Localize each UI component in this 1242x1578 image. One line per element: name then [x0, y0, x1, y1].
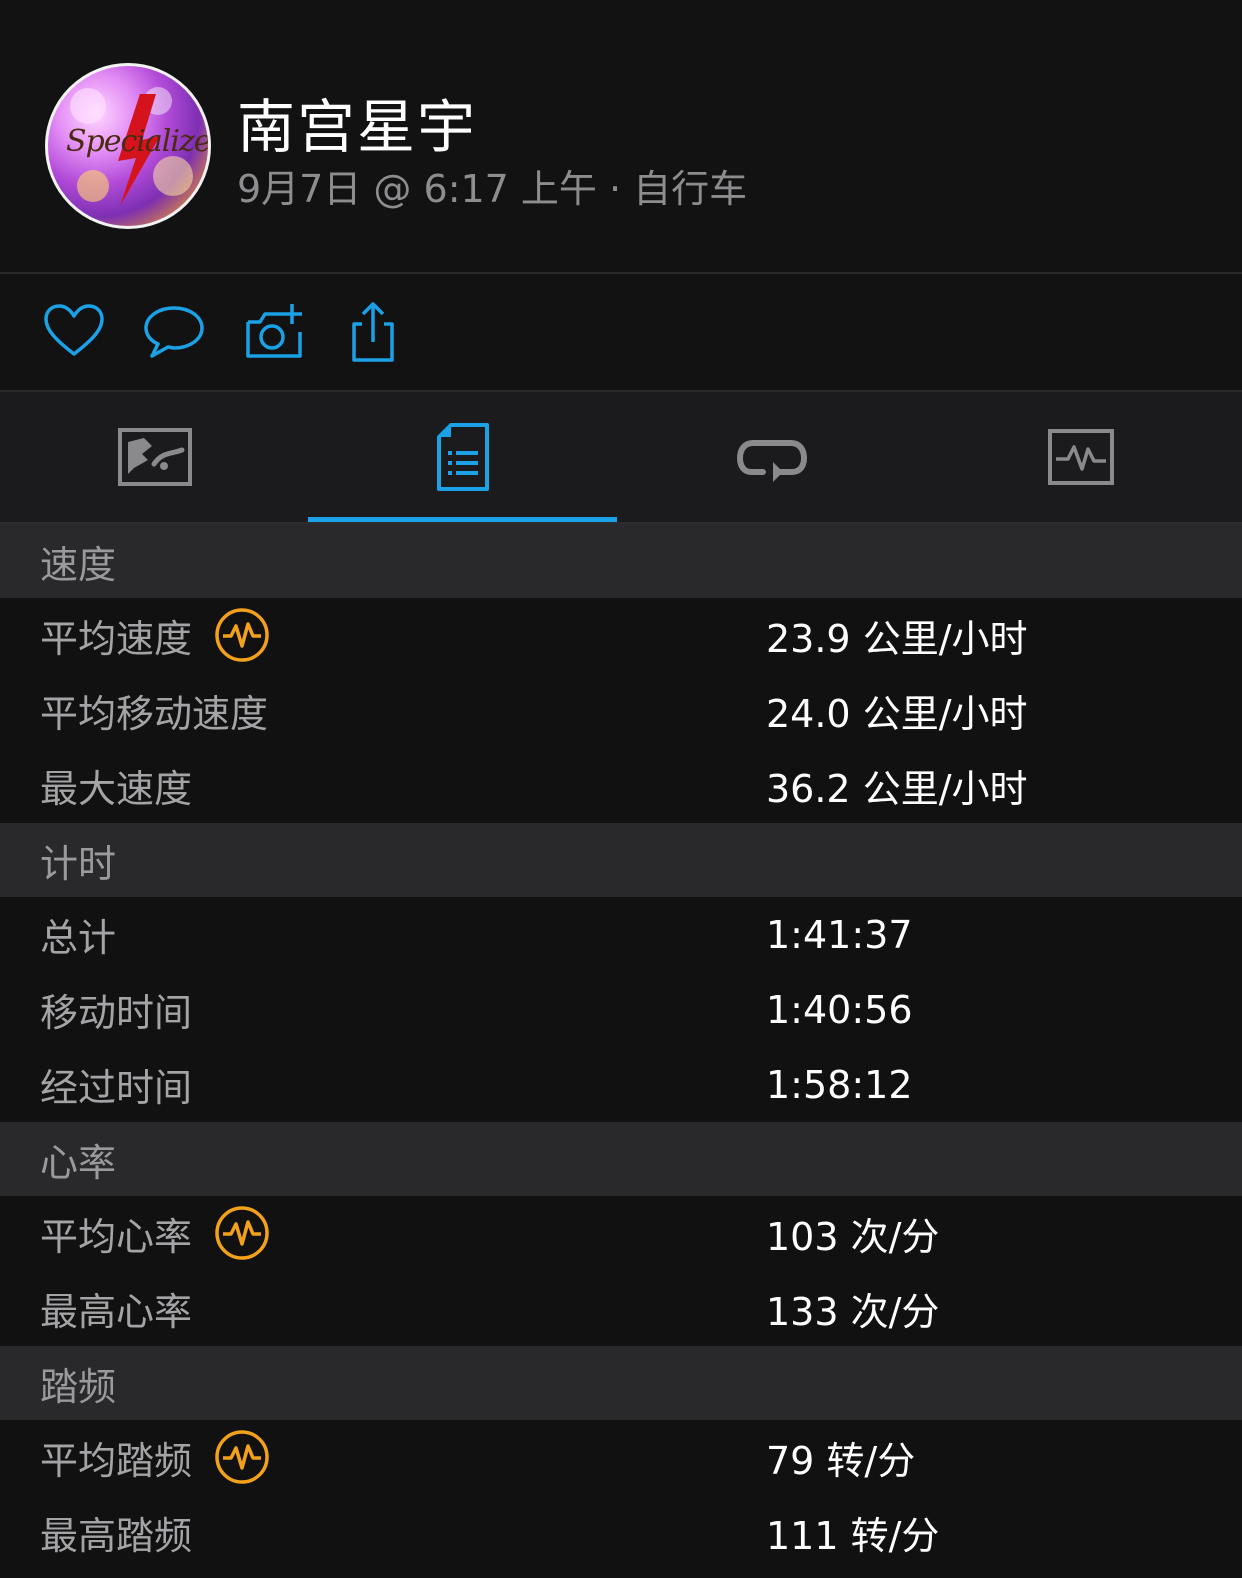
stat-value: 133 次/分: [766, 1290, 940, 1334]
tab-stats[interactable]: [308, 392, 617, 522]
stat-row-moving-time[interactable]: 移动时间 1:40:56: [0, 972, 1242, 1047]
stat-row-elapsed-time[interactable]: 经过时间 1:58:12: [0, 1047, 1242, 1122]
connect-iq-badge-icon[interactable]: [215, 608, 269, 662]
stat-value: 23.9 公里/小时: [766, 617, 1028, 661]
stat-row-max-heart-rate[interactable]: 最高心率 133 次/分: [0, 1271, 1242, 1346]
map-icon: [117, 428, 192, 486]
stat-value: 111 转/分: [766, 1514, 940, 1558]
stat-value: 103 次/分: [766, 1215, 940, 1259]
stat-label: 平均心率: [40, 1215, 193, 1259]
stat-label: 总计: [40, 916, 117, 960]
stat-label: 平均速度: [40, 617, 193, 661]
section-cadence-header: 踏频: [0, 1346, 1242, 1420]
activity-meta: 9月7日 @ 6:17 上午 · 自行车: [237, 167, 748, 211]
stat-value: 1:40:56: [766, 987, 913, 1032]
activity-header: Specialized 南宫星宇 9月7日 @ 6:17 上午 · 自行车: [0, 0, 1242, 274]
action-bar: [0, 274, 1242, 392]
heart-icon[interactable]: [42, 300, 106, 364]
section-timing-header: 计时: [0, 823, 1242, 897]
tab-bar: [0, 392, 1242, 524]
stats-list-icon: [436, 423, 489, 491]
add-photo-icon[interactable]: [242, 300, 306, 364]
connect-iq-badge-icon[interactable]: [215, 1206, 269, 1260]
laps-icon: [736, 440, 807, 482]
tab-charts[interactable]: [926, 392, 1235, 522]
stat-label: 移动时间: [40, 991, 193, 1035]
tab-selected-indicator: [308, 517, 617, 522]
tab-map[interactable]: [0, 392, 309, 522]
user-name[interactable]: 南宫星宇: [237, 80, 477, 164]
stat-label: 经过时间: [40, 1066, 193, 1110]
stat-value: 1:58:12: [766, 1062, 913, 1107]
stat-row-avg-cadence[interactable]: 平均踏频 79 转/分: [0, 1420, 1242, 1495]
stat-label: 最大速度: [40, 767, 193, 811]
stat-row-avg-speed[interactable]: 平均速度 23.9 公里/小时: [0, 598, 1242, 673]
section-heart-rate-header: 心率: [0, 1122, 1242, 1196]
stat-label: 平均移动速度: [40, 692, 269, 736]
stat-row-total-time[interactable]: 总计 1:41:37: [0, 897, 1242, 972]
connect-iq-badge-icon[interactable]: [215, 1430, 269, 1484]
stat-row-max-cadence[interactable]: 最高踏频 111 转/分: [0, 1495, 1242, 1570]
stat-value: 24.0 公里/小时: [766, 692, 1028, 736]
stat-row-avg-moving-speed[interactable]: 平均移动速度 24.0 公里/小时: [0, 673, 1242, 748]
stat-label: 平均踏频: [40, 1439, 193, 1483]
stat-row-max-speed[interactable]: 最大速度 36.2 公里/小时: [0, 748, 1242, 823]
chart-icon: [1047, 429, 1114, 485]
share-icon[interactable]: [342, 300, 406, 364]
tab-laps[interactable]: [617, 392, 926, 522]
section-speed-header: 速度: [0, 524, 1242, 598]
stat-value: 36.2 公里/小时: [766, 767, 1028, 811]
stat-row-avg-heart-rate[interactable]: 平均心率 103 次/分: [0, 1196, 1242, 1271]
stat-value: 1:41:37: [766, 912, 913, 957]
stat-label: 最高踏频: [40, 1514, 193, 1558]
stat-label: 最高心率: [40, 1290, 193, 1334]
avatar-logo-text: Specialized: [66, 124, 211, 159]
stat-value: 79 转/分: [766, 1439, 916, 1483]
avatar[interactable]: Specialized: [45, 63, 211, 229]
comment-icon[interactable]: [142, 300, 206, 364]
